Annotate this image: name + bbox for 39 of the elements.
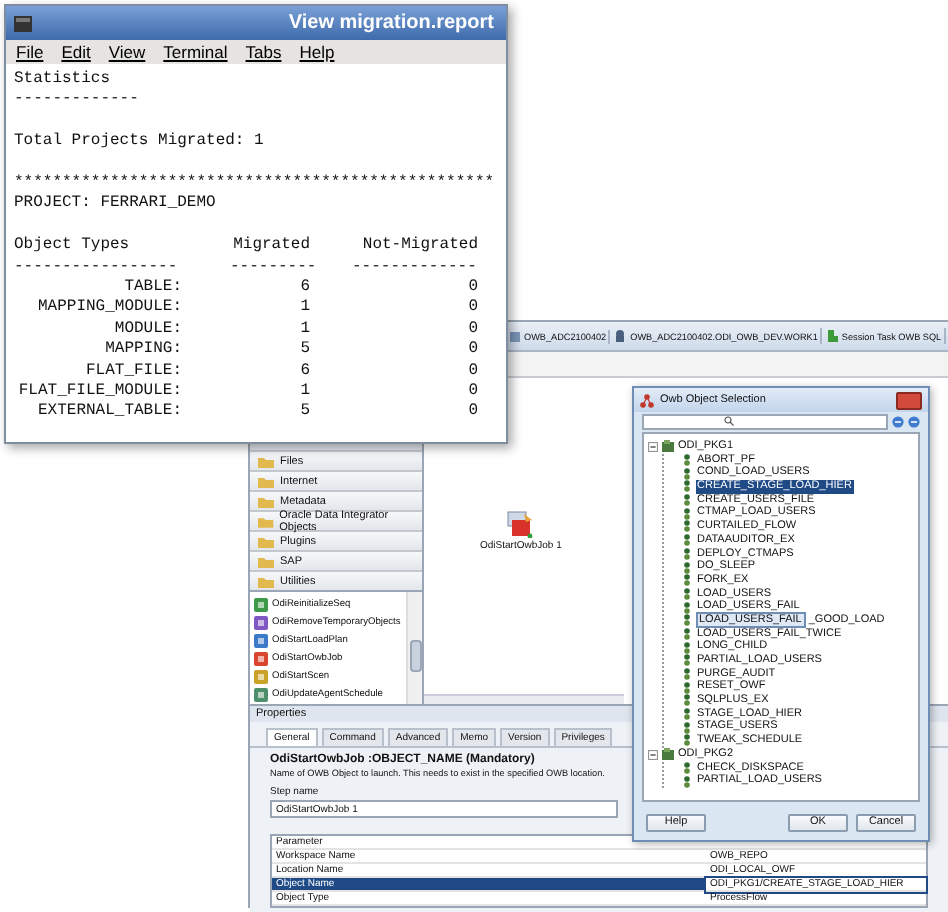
table-cell-text: 1: [298, 298, 310, 320]
menu-item[interactable]: View: [108, 42, 146, 62]
table-cell-text: 1: [298, 382, 310, 403]
table-cell-text: 6: [298, 278, 310, 299]
table-cell-text: MODULE:: [112, 319, 182, 341]
table-cell-text: EXTERNAL_TABLE:: [35, 402, 182, 424]
menu-item[interactable]: Edit: [61, 42, 91, 62]
table-cell-text: 5: [298, 402, 310, 424]
column-header: Object Types: [14, 236, 132, 258]
table-cell-text: 0: [466, 340, 478, 362]
table-cell-text: 1: [298, 319, 310, 341]
table-cell-text: 0: [466, 298, 478, 320]
report-line: Statistics: [14, 70, 113, 91]
menu-item[interactable]: Terminal: [163, 42, 228, 62]
table-cell-text: 0: [466, 361, 478, 383]
table-cell-text: 6: [298, 361, 310, 383]
column-header: Not-Migrated: [360, 236, 478, 258]
report-line: PROJECT: FERRARI_DEMO: [14, 194, 218, 216]
column-header: Migrated: [231, 236, 310, 258]
report-line: -------------: [14, 90, 141, 112]
table-cell-text: 5: [298, 340, 310, 362]
table-cell-text: FLAT_FILE:: [83, 361, 182, 383]
table-cell-text: 0: [466, 402, 478, 424]
report-line: **************************************************: [14, 174, 497, 195]
menu-item[interactable]: Help: [299, 42, 335, 62]
window-title: View migration.report: [288, 12, 494, 34]
report-line: Total Projects Migrated: 1: [14, 132, 266, 154]
report-rule: ---------: [228, 257, 310, 279]
table-cell-text: 0: [466, 319, 478, 341]
table-cell-text: 0: [466, 382, 478, 403]
report-rule: -------------: [350, 257, 478, 279]
table-cell-text: MAPPING_MODULE:: [35, 298, 182, 320]
table-cell-text: TABLE:: [122, 278, 182, 299]
table-cell-text: FLAT_FILE_MODULE:: [16, 382, 182, 403]
menu-item[interactable]: Tabs: [245, 42, 282, 62]
table-cell-text: 0: [466, 278, 478, 299]
report-rule: -----------------: [14, 257, 180, 279]
table-cell-text: MAPPING:: [103, 340, 182, 362]
menu-item[interactable]: File: [16, 42, 44, 62]
